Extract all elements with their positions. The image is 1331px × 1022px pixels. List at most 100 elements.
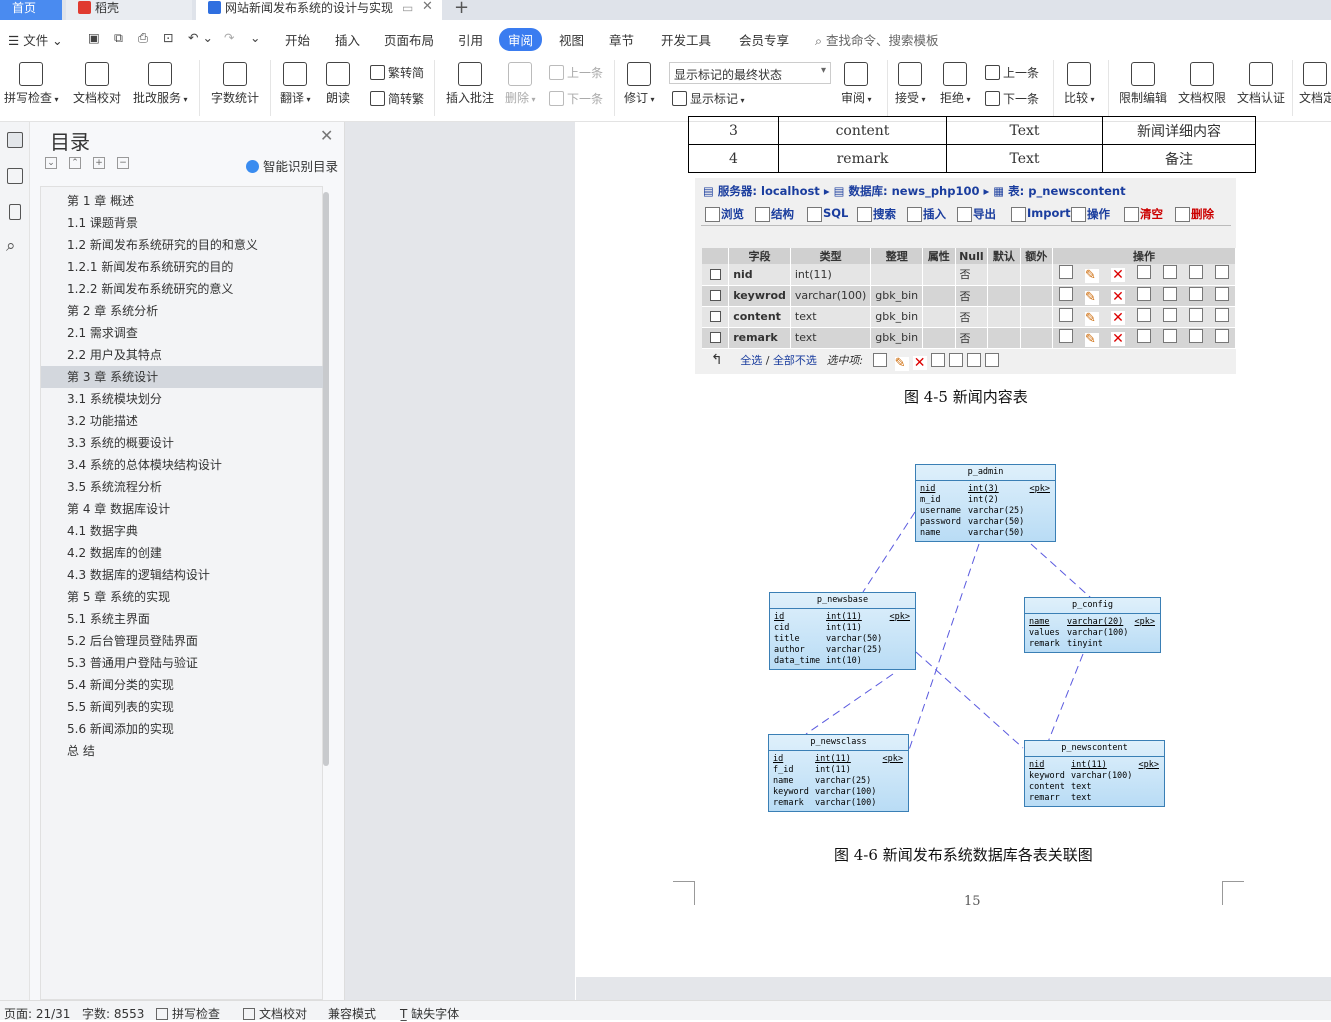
document-certify-button[interactable]: 文档认证 bbox=[1237, 62, 1285, 106]
page-indicator[interactable]: 页面: 21/31 bbox=[4, 1005, 70, 1022]
delete-comment-button[interactable]: 删除 ▾ bbox=[505, 62, 536, 106]
tab-daoke[interactable]: 稻壳 bbox=[66, 0, 192, 20]
restrict-edit-button[interactable]: 限制编辑 bbox=[1119, 62, 1167, 106]
entity-column: content text bbox=[1025, 782, 1164, 793]
preview-icon[interactable]: ⊡ bbox=[163, 30, 173, 45]
document-more-button[interactable]: 文档定 bbox=[1299, 62, 1331, 106]
trad-to-simp-button[interactable]: 繁转简 bbox=[370, 64, 424, 81]
menu-member[interactable]: 会员专享 bbox=[739, 30, 789, 49]
find-icon[interactable]: ⌕ bbox=[6, 236, 16, 256]
chapter-nav-icon[interactable] bbox=[7, 168, 23, 184]
undo-icon[interactable]: ↶ ⌄ bbox=[188, 30, 213, 45]
document-proof-button[interactable]: 文档校对 bbox=[73, 62, 121, 106]
toc-item[interactable]: 第 4 章 数据库设计 bbox=[41, 498, 323, 520]
relation-line bbox=[1047, 653, 1084, 743]
column-type: varchar(25) bbox=[968, 506, 1025, 516]
toc-item[interactable]: 5.4 新闻分类的实现 bbox=[41, 674, 323, 696]
accept-button[interactable]: 接受 ▾ bbox=[895, 62, 926, 106]
document-page[interactable]: 3 content Text 新闻详细内容 4 remark Text 备注 ▤… bbox=[576, 116, 1331, 977]
spell-check-button[interactable]: 拼写检查 ▾ bbox=[4, 62, 59, 106]
prev-change-button[interactable]: 上一条 bbox=[985, 64, 1039, 81]
next-change-button[interactable]: 下一条 bbox=[985, 90, 1039, 107]
toc-item[interactable]: 3.1 系统模块划分 bbox=[41, 388, 323, 410]
document-permission-button[interactable]: 文档权限 bbox=[1178, 62, 1226, 106]
toc-panel-icon[interactable] bbox=[7, 132, 23, 148]
menu-chapter[interactable]: 章节 bbox=[609, 30, 634, 49]
missing-font-indicator[interactable]: T̲ 缺失字体 bbox=[400, 1005, 459, 1022]
markup-status-select[interactable]: 显示标记的最终状态 bbox=[669, 62, 831, 84]
toc-item[interactable]: 第 2 章 系统分析 bbox=[41, 300, 323, 322]
toc-item[interactable]: 2.1 需求调查 bbox=[41, 322, 323, 344]
smart-toc-button[interactable]: 智能识别目录 bbox=[246, 156, 338, 175]
menu-home[interactable]: 开始 bbox=[285, 30, 310, 49]
toc-item[interactable]: 4.2 数据库的创建 bbox=[41, 542, 323, 564]
compare-button[interactable]: 比较 ▾ bbox=[1064, 62, 1095, 106]
status-proof[interactable]: 文档校对 bbox=[243, 1005, 307, 1022]
toc-item[interactable]: 5.5 新闻列表的实现 bbox=[41, 696, 323, 718]
new-tab-plus-icon[interactable]: + bbox=[454, 0, 469, 18]
toc-item[interactable]: 5.1 系统主界面 bbox=[41, 608, 323, 630]
pma-header-cell: 整理 bbox=[870, 248, 924, 264]
toc-item[interactable]: 第 1 章 概述 bbox=[41, 190, 323, 212]
menu-file[interactable]: ☰ 文件 ⌄ bbox=[8, 30, 63, 49]
menu-view[interactable]: 视图 bbox=[559, 30, 584, 49]
print-icon[interactable]: ⎙ bbox=[138, 30, 148, 46]
toc-item[interactable]: 1.2 新闻发布系统研究的目的和意义 bbox=[41, 234, 323, 256]
word-count-button[interactable]: 字数统计 bbox=[211, 62, 259, 106]
read-aloud-button[interactable]: 朗读 bbox=[326, 62, 350, 106]
save-icon[interactable]: ▣ bbox=[88, 30, 100, 45]
revise-button[interactable]: 修订 ▾ bbox=[624, 62, 655, 106]
review-pane-button[interactable]: 审阅 ▾ bbox=[841, 62, 872, 106]
menu-devtools[interactable]: 开发工具 bbox=[661, 30, 711, 49]
menu-references[interactable]: 引用 bbox=[458, 30, 483, 49]
translate-button[interactable]: 翻译 ▾ bbox=[280, 62, 311, 106]
redo-icon[interactable]: ↷ bbox=[224, 30, 234, 45]
toc-item[interactable]: 1.2.1 新闻发布系统研究的目的 bbox=[41, 256, 323, 278]
toc-item[interactable]: 1.1 课题背景 bbox=[41, 212, 323, 234]
word-count-indicator[interactable]: 字数: 8553 bbox=[82, 1005, 144, 1022]
toc-item[interactable]: 4.3 数据库的逻辑结构设计 bbox=[41, 564, 323, 586]
toc-item[interactable]: 3.2 功能描述 bbox=[41, 410, 323, 432]
pma-header-cell: 默认 bbox=[987, 248, 1021, 264]
close-tab-icon[interactable]: ✕ bbox=[422, 0, 433, 15]
toc-item[interactable]: 3.4 系统的总体模块结构设计 bbox=[41, 454, 323, 476]
status-proof-label: 文档校对 bbox=[259, 1007, 308, 1021]
toc-item[interactable]: 5.3 普通用户登陆与验证 bbox=[41, 652, 323, 674]
toc-item[interactable]: 2.2 用户及其特点 bbox=[41, 344, 323, 366]
status-spell-check[interactable]: 拼写检查 bbox=[156, 1005, 220, 1022]
toc-item[interactable]: 5.2 后台管理员登陆界面 bbox=[41, 630, 323, 652]
pma-tab: 搜索 bbox=[855, 206, 896, 224]
toc-close-icon[interactable]: ✕ bbox=[320, 126, 333, 145]
show-marks-button[interactable]: 显示标记 ▾ bbox=[672, 90, 745, 107]
expand-all-icon[interactable]: ⌃ bbox=[69, 157, 81, 169]
accept-icon bbox=[898, 62, 923, 86]
tab-document[interactable]: 网站新闻发布系统的设计与实现 ▭ ✕ bbox=[196, 0, 442, 20]
toc-item[interactable]: 4.1 数据字典 bbox=[41, 520, 323, 542]
toc-item[interactable]: 5.6 新闻添加的实现 bbox=[41, 718, 323, 740]
add-heading-icon[interactable]: + bbox=[93, 157, 105, 169]
menu-layout[interactable]: 页面布局 bbox=[384, 30, 434, 49]
tab-home[interactable]: 首页 bbox=[0, 0, 62, 20]
remove-heading-icon[interactable]: − bbox=[117, 157, 129, 169]
toc-item[interactable]: 3.3 系统的概要设计 bbox=[41, 432, 323, 454]
bookmark-icon[interactable] bbox=[9, 204, 21, 220]
toc-item[interactable]: 1.2.2 新闻发布系统研究的意义 bbox=[41, 278, 323, 300]
toc-item[interactable]: 总 结 bbox=[41, 740, 323, 762]
prev-comment-button[interactable]: 上一条 bbox=[549, 64, 603, 81]
collapse-all-icon[interactable]: ⌄ bbox=[45, 157, 57, 169]
pin-icon[interactable]: ▭ bbox=[402, 0, 413, 16]
menu-insert[interactable]: 插入 bbox=[335, 30, 360, 49]
quick-access-dropdown-icon[interactable]: ⌄ bbox=[250, 30, 260, 45]
next-comment-button[interactable]: 下一条 bbox=[549, 90, 603, 107]
toc-scrollbar[interactable] bbox=[323, 192, 329, 766]
menu-review[interactable]: 审阅 bbox=[499, 28, 543, 51]
toc-item[interactable]: 3.5 系统流程分析 bbox=[41, 476, 323, 498]
insert-comment-button[interactable]: 插入批注 bbox=[446, 62, 494, 106]
annotate-service-button[interactable]: 批改服务 ▾ bbox=[133, 62, 188, 106]
toc-item[interactable]: 第 3 章 系统设计 bbox=[41, 366, 323, 388]
command-search[interactable]: ⌕ 查找命令、搜索模板 bbox=[815, 30, 939, 49]
simp-to-trad-button[interactable]: 简转繁 bbox=[370, 90, 424, 107]
export-icon[interactable]: ⧉ bbox=[114, 30, 123, 46]
reject-button[interactable]: 拒绝 ▾ bbox=[940, 62, 971, 106]
toc-item[interactable]: 第 5 章 系统的实现 bbox=[41, 586, 323, 608]
